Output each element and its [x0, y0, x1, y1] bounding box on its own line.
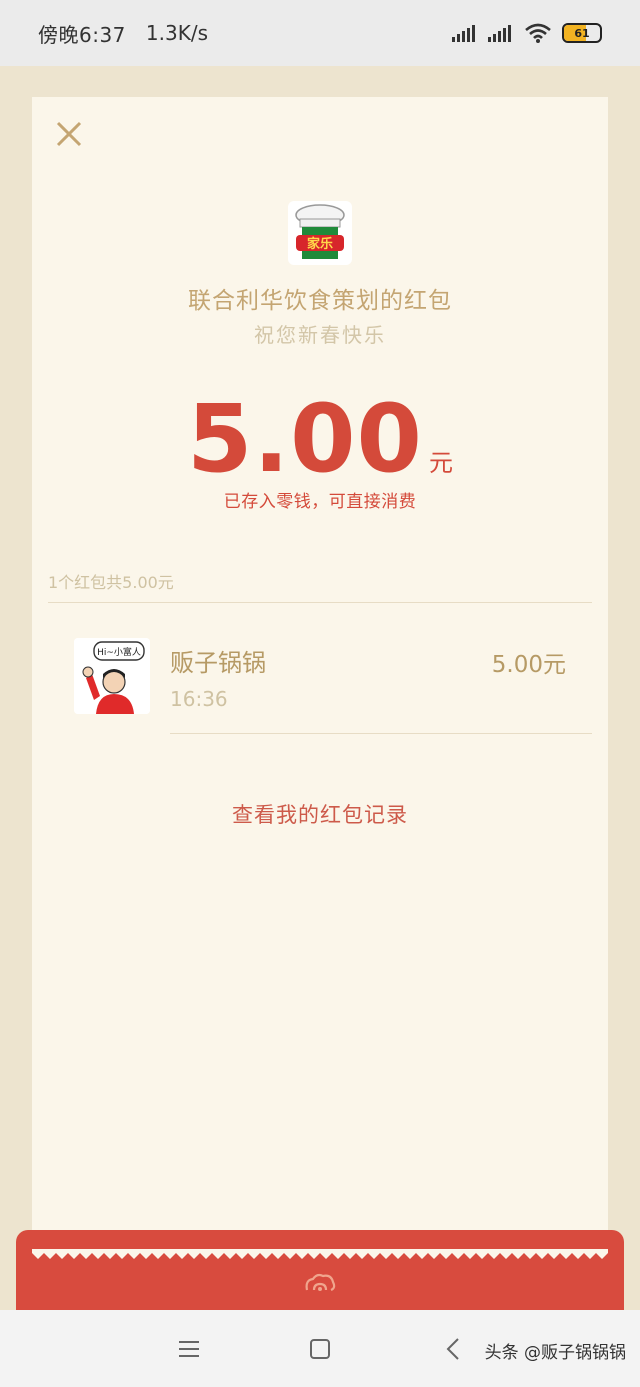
back-icon[interactable]: [441, 1336, 467, 1362]
view-records-link[interactable]: 查看我的红包记录: [32, 799, 608, 829]
cloud-icon: [305, 1273, 336, 1292]
avatar[interactable]: Hi~小富人: [74, 638, 150, 714]
wifi-icon: [525, 23, 551, 43]
zigzag-edge: [32, 1249, 608, 1259]
watermark: 头条 @贩子锅锅锅: [484, 1343, 626, 1363]
brand-logo-icon: 家乐: [295, 204, 345, 259]
avatar-icon: Hi~小富人: [74, 638, 150, 714]
menu-icon[interactable]: [176, 1336, 202, 1362]
envelope-bottom-band: [16, 1230, 624, 1310]
divider: [48, 602, 592, 603]
recipient-name: 贩子锅锅: [170, 649, 266, 677]
svg-text:家乐: 家乐: [307, 236, 333, 252]
envelope-summary: 1个红包共5.00元: [48, 573, 174, 592]
recipient-time: 16:36: [170, 687, 228, 711]
network-speed: 1.3K/s: [145, 21, 209, 45]
status-icons: 61: [452, 23, 602, 43]
sender-logo: 家乐: [288, 201, 352, 265]
amount-unit: 元: [428, 449, 453, 477]
recipient-amount: 5.00元: [491, 652, 566, 678]
amount-value: 5.00: [187, 385, 423, 494]
status-time: 傍晚6:37: [38, 22, 126, 47]
battery-icon: 61: [562, 23, 602, 43]
battery-level: 61: [574, 26, 590, 40]
greeting-text: 祝您新春快乐: [254, 323, 386, 347]
stored-notice: 已存入零钱，可直接消费: [223, 492, 417, 512]
home-icon[interactable]: [307, 1336, 333, 1362]
close-icon[interactable]: [54, 119, 84, 149]
sender-title: 联合利华饮食策划的红包: [188, 288, 452, 314]
signal-icon-2: [488, 25, 511, 42]
red-envelope-card: 家乐 联合利华饮食策划的红包 祝您新春快乐 5.00 元 已存入零钱，可直接消费 …: [32, 97, 608, 1259]
svg-text:Hi~小富人: Hi~小富人: [97, 646, 141, 658]
navigation-bar: 头条 @贩子锅锅锅: [0, 1310, 640, 1387]
row-divider: [170, 733, 592, 734]
amount-display: 5.00 元: [32, 385, 608, 494]
status-bar: 傍晚6:37 1.3K/s 61: [0, 0, 640, 66]
signal-icon: [452, 25, 475, 42]
